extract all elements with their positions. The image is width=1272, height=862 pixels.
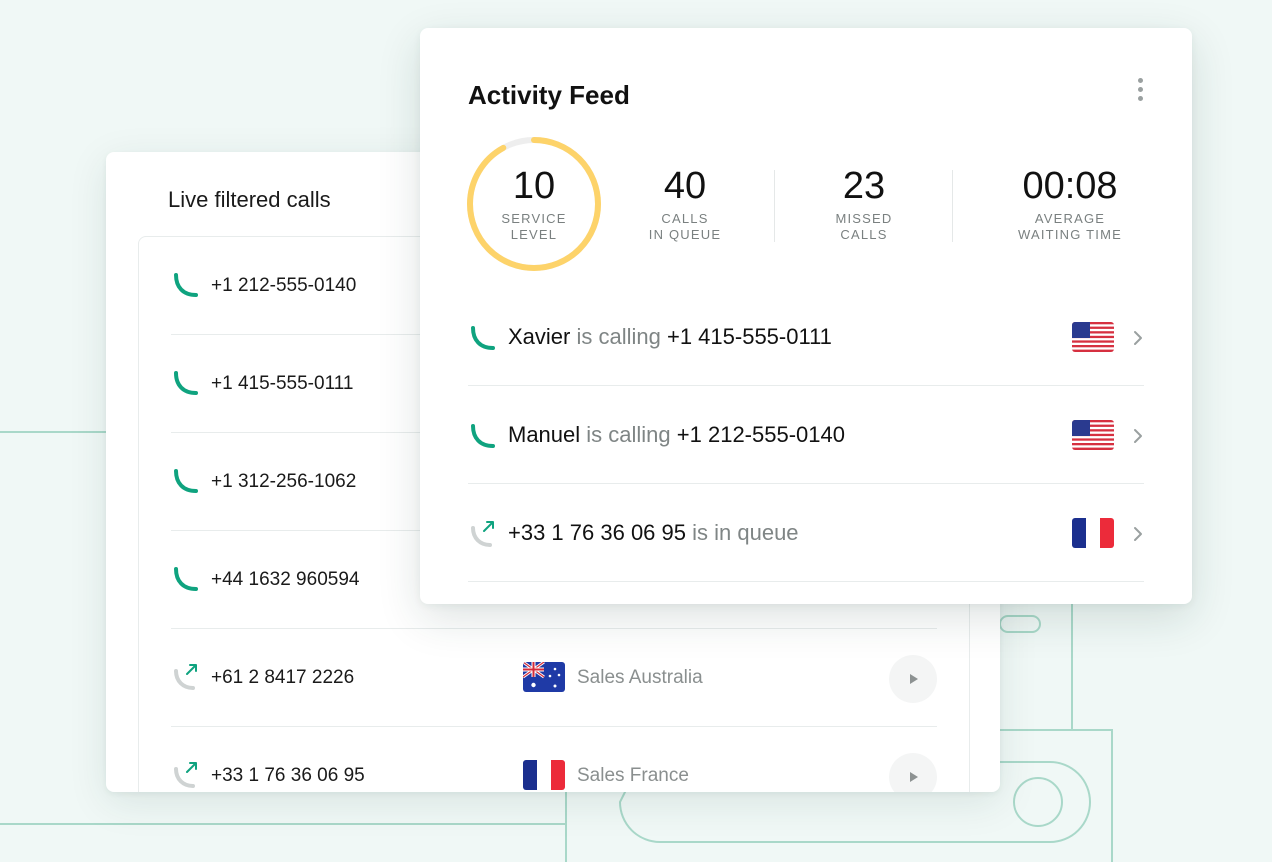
caller-number: +1 312-256-1062 — [211, 471, 357, 492]
average-waiting-time-value: 00:08 — [1022, 165, 1118, 207]
event-text: Xavier is calling +1 415-555-0111 — [508, 324, 832, 349]
stat-divider — [774, 170, 775, 242]
france-flag-icon — [523, 760, 565, 790]
calls-in-queue-value: 40 — [663, 165, 707, 207]
activity-event-row[interactable]: Xavier is calling +1 415-555-0111 — [468, 288, 1144, 386]
service-level-value: 10 — [512, 165, 556, 207]
france-flag-icon — [1072, 518, 1114, 548]
activity-feed-title: Activity Feed — [468, 80, 630, 110]
chevron-right-icon[interactable] — [1132, 525, 1144, 543]
team-label: Sales Australia — [577, 667, 703, 688]
caller-number: +1 415-555-0111 — [211, 373, 354, 394]
play-button[interactable] — [889, 753, 937, 792]
phone-incoming-icon — [174, 469, 198, 493]
more-options-icon — [1137, 78, 1143, 83]
usa-flag-icon — [1072, 420, 1114, 450]
calls-in-queue-label: CALLS IN QUEUE — [648, 211, 722, 242]
caller-number: +44 1632 960594 — [211, 569, 360, 590]
phone-queued-icon — [471, 521, 494, 547]
phone-queued-icon — [174, 664, 197, 690]
live-call-row[interactable]: +33 1 76 36 06 95 Sales France — [171, 727, 937, 792]
live-calls-title: Live filtered calls — [168, 187, 331, 212]
australia-flag-icon — [523, 662, 565, 692]
event-text: Manuel is calling +1 212-555-0140 — [508, 422, 845, 447]
phone-incoming-icon — [471, 424, 495, 448]
team-label: Sales France — [577, 765, 689, 786]
play-button[interactable] — [889, 655, 937, 703]
phone-incoming-icon — [174, 273, 198, 297]
more-options-button[interactable] — [1132, 78, 1148, 110]
activity-event-row[interactable]: Manuel is calling +1 212-555-0140 — [468, 386, 1144, 484]
caller-number: +61 2 8417 2226 — [211, 667, 355, 688]
stat-divider — [952, 170, 953, 242]
chevron-right-icon[interactable] — [1132, 427, 1144, 445]
caller-number: +1 212-555-0140 — [211, 275, 357, 296]
service-level-label: SERVICE LEVEL — [501, 211, 567, 242]
play-icon — [910, 772, 918, 782]
phone-incoming-icon — [174, 371, 198, 395]
missed-calls-label: MISSED CALLS — [835, 211, 893, 242]
missed-calls-value: 23 — [842, 165, 886, 207]
caller-number: +33 1 76 36 06 95 — [211, 765, 365, 786]
phone-queued-icon — [174, 762, 197, 788]
chevron-right-icon[interactable] — [1132, 329, 1144, 347]
usa-flag-icon — [1072, 322, 1114, 352]
activity-feed-card: Activity Feed 10 SERVICE LEVEL 40 CALLS … — [420, 28, 1192, 604]
play-icon — [910, 674, 918, 684]
phone-incoming-icon — [174, 567, 198, 591]
live-call-row[interactable]: +61 2 8417 2226 Sales Australia — [171, 629, 937, 727]
event-text: +33 1 76 36 06 95 is in queue — [508, 520, 799, 545]
phone-incoming-icon — [471, 326, 495, 350]
average-waiting-time-label: AVERAGE WAITING TIME — [1018, 211, 1122, 242]
activity-event-row[interactable]: +33 1 76 36 06 95 is in queue — [468, 484, 1144, 582]
